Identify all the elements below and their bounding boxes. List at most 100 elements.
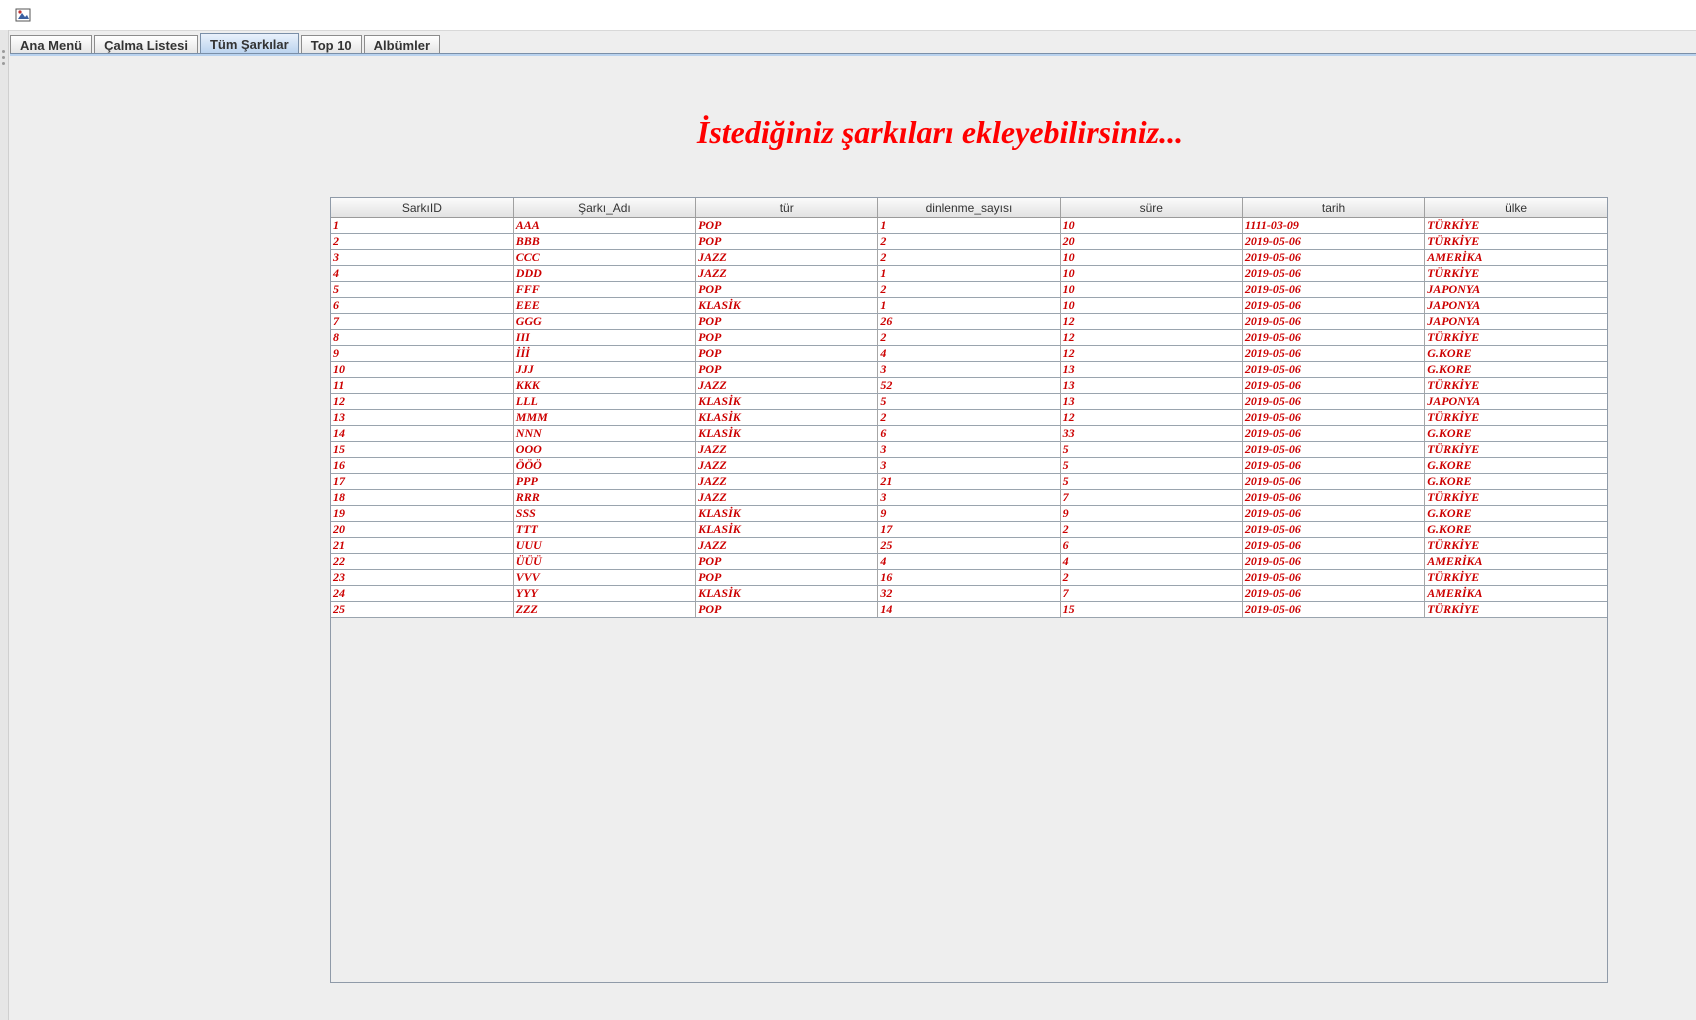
songs-table-scrollpane[interactable]: SarkıID Şarkı_Adı tür dinlenme_sayısı sü… — [330, 197, 1608, 983]
table-row[interactable]: 25 ZZZ POP 14 15 2019-05-06 TÜRKİYE — [331, 601, 1607, 618]
table-cell[interactable]: 13 — [1060, 361, 1243, 378]
table-cell[interactable]: 15 — [1060, 601, 1243, 618]
table-cell[interactable]: 5 — [1060, 457, 1243, 474]
table-cell[interactable]: 21 — [331, 537, 514, 554]
table-cell[interactable]: 5 — [1060, 473, 1243, 490]
table-cell[interactable]: 4 — [877, 553, 1061, 570]
table-cell[interactable]: İİİ — [513, 345, 697, 362]
table-row[interactable]: 1 AAA POP 1 10 1111-03-09 TÜRKİYE — [331, 217, 1607, 234]
table-cell[interactable]: JAZZ — [695, 537, 879, 554]
table-cell[interactable]: LLL — [513, 393, 697, 410]
table-cell[interactable]: 14 — [877, 601, 1061, 618]
table-cell[interactable]: JAZZ — [695, 249, 879, 266]
table-cell[interactable]: JAPONYA — [1424, 297, 1607, 314]
table-cell[interactable]: 7 — [1060, 585, 1243, 602]
table-cell[interactable]: 2019-05-06 — [1242, 345, 1426, 362]
table-cell[interactable]: 2 — [1060, 569, 1243, 586]
tab-calma-listesi[interactable]: Çalma Listesi — [94, 35, 198, 54]
table-cell[interactable]: 2019-05-06 — [1242, 265, 1426, 282]
table-cell[interactable]: 11 — [331, 377, 514, 394]
table-cell[interactable]: 7 — [331, 313, 514, 330]
table-cell[interactable]: 10 — [1060, 265, 1243, 282]
table-cell[interactable]: 2019-05-06 — [1242, 505, 1426, 522]
table-cell[interactable]: 10 — [1060, 249, 1243, 266]
table-cell[interactable]: 12 — [331, 393, 514, 410]
table-cell[interactable]: KKK — [513, 377, 697, 394]
table-cell[interactable]: RRR — [513, 489, 697, 506]
table-cell[interactable]: 12 — [1060, 313, 1243, 330]
table-cell[interactable]: 4 — [331, 265, 514, 282]
table-row[interactable]: 17 PPP JAZZ 21 5 2019-05-06 G.KORE — [331, 473, 1607, 490]
table-cell[interactable]: 2019-05-06 — [1242, 553, 1426, 570]
table-row[interactable]: 21 UUU JAZZ 25 6 2019-05-06 TÜRKİYE — [331, 537, 1607, 554]
tab-ana-menu[interactable]: Ana Menü — [10, 35, 93, 54]
column-header-tarih[interactable]: tarih — [1242, 198, 1426, 218]
table-cell[interactable]: 3 — [877, 361, 1061, 378]
table-row[interactable]: 24 YYY KLASİK 32 7 2019-05-06 AMERİKA — [331, 585, 1607, 602]
table-cell[interactable]: ZZZ — [513, 601, 697, 618]
table-cell[interactable]: 1 — [877, 297, 1061, 314]
table-cell[interactable]: 24 — [331, 585, 514, 602]
table-cell[interactable]: 17 — [877, 521, 1061, 538]
table-cell[interactable]: JJJ — [513, 361, 697, 378]
table-cell[interactable]: 2019-05-06 — [1242, 361, 1426, 378]
table-cell[interactable]: 2019-05-06 — [1242, 425, 1426, 442]
table-cell[interactable]: 2 — [877, 249, 1061, 266]
table-cell[interactable]: TÜRKİYE — [1424, 569, 1607, 586]
table-cell[interactable]: 6 — [877, 425, 1061, 442]
table-cell[interactable]: 3 — [877, 489, 1061, 506]
table-cell[interactable]: AMERİKA — [1424, 585, 1607, 602]
table-cell[interactable]: 26 — [877, 313, 1061, 330]
table-cell[interactable]: 2019-05-06 — [1242, 393, 1426, 410]
table-row[interactable]: 18 RRR JAZZ 3 7 2019-05-06 TÜRKİYE — [331, 489, 1607, 506]
table-cell[interactable]: TÜRKİYE — [1424, 329, 1607, 346]
table-cell[interactable]: 12 — [1060, 329, 1243, 346]
table-cell[interactable]: AMERİKA — [1424, 249, 1607, 266]
table-cell[interactable]: JAPONYA — [1424, 313, 1607, 330]
table-cell[interactable]: POP — [695, 233, 879, 250]
table-cell[interactable]: 5 — [331, 281, 514, 298]
table-cell[interactable]: 13 — [331, 409, 514, 426]
table-cell[interactable]: 2019-05-06 — [1242, 377, 1426, 394]
table-row[interactable]: 4 DDD JAZZ 1 10 2019-05-06 TÜRKİYE — [331, 265, 1607, 282]
table-row[interactable]: 23 VVV POP 16 2 2019-05-06 TÜRKİYE — [331, 569, 1607, 586]
table-cell[interactable]: 9 — [331, 345, 514, 362]
tab-top-10[interactable]: Top 10 — [300, 35, 362, 54]
column-header-sarki-id[interactable]: SarkıID — [331, 198, 514, 218]
table-cell[interactable]: 2 — [877, 281, 1061, 298]
table-cell[interactable]: 13 — [1060, 393, 1243, 410]
table-cell[interactable]: 3 — [331, 249, 514, 266]
table-cell[interactable]: 2019-05-06 — [1242, 489, 1426, 506]
table-row[interactable]: 13 MMM KLASİK 2 12 2019-05-06 TÜRKİYE — [331, 409, 1607, 426]
tab-albumler[interactable]: Albümler — [363, 35, 440, 54]
table-cell[interactable]: 2019-05-06 — [1242, 409, 1426, 426]
table-cell[interactable]: NNN — [513, 425, 697, 442]
table-cell[interactable]: KLASİK — [695, 297, 879, 314]
table-cell[interactable]: POP — [695, 345, 879, 362]
table-cell[interactable]: PPP — [513, 473, 697, 490]
table-row[interactable]: 16 ÖÖÖ JAZZ 3 5 2019-05-06 G.KORE — [331, 457, 1607, 474]
table-cell[interactable]: UUU — [513, 537, 697, 554]
table-cell[interactable]: TÜRKİYE — [1424, 601, 1607, 618]
table-cell[interactable]: 17 — [331, 473, 514, 490]
table-cell[interactable]: 20 — [1060, 233, 1243, 250]
tab-tum-sarkilar[interactable]: Tüm Şarkılar — [199, 33, 299, 54]
table-cell[interactable]: 21 — [877, 473, 1061, 490]
table-cell[interactable]: 12 — [1060, 345, 1243, 362]
table-cell[interactable]: 2019-05-06 — [1242, 569, 1426, 586]
table-cell[interactable]: 22 — [331, 553, 514, 570]
table-cell[interactable]: 10 — [1060, 297, 1243, 314]
table-cell[interactable]: DDD — [513, 265, 697, 282]
table-cell[interactable]: 2 — [1060, 521, 1243, 538]
table-row[interactable]: 8 III POP 2 12 2019-05-06 TÜRKİYE — [331, 329, 1607, 346]
table-cell[interactable]: POP — [695, 281, 879, 298]
table-cell[interactable]: POP — [695, 313, 879, 330]
table-cell[interactable]: FFF — [513, 281, 697, 298]
table-cell[interactable]: 2019-05-06 — [1242, 233, 1426, 250]
table-cell[interactable]: G.KORE — [1424, 505, 1607, 522]
table-cell[interactable]: G.KORE — [1424, 425, 1607, 442]
table-row[interactable]: 22 ÜÜÜ POP 4 4 2019-05-06 AMERİKA — [331, 553, 1607, 570]
table-cell[interactable]: JAZZ — [695, 473, 879, 490]
table-cell[interactable]: 2019-05-06 — [1242, 313, 1426, 330]
table-cell[interactable]: G.KORE — [1424, 361, 1607, 378]
